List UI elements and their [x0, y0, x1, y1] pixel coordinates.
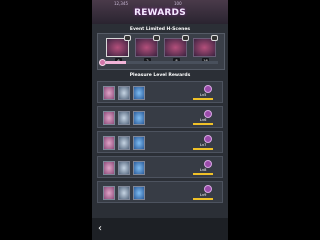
rewards-panel: 12,345 100 REWARDS Event Limited H-Scene…	[92, 0, 228, 240]
progress-bar	[106, 61, 218, 64]
scene-thumbnail[interactable]: 2	[135, 35, 160, 64]
gear-reward-icon	[118, 186, 130, 200]
level-label: Lv8	[200, 168, 207, 172]
level-badge	[204, 185, 212, 193]
reward-row[interactable]: Lv9	[97, 181, 223, 203]
lock-icon	[153, 35, 160, 41]
level-badge	[204, 160, 212, 168]
level-progress	[193, 173, 213, 175]
level-progress	[193, 98, 213, 100]
character-reward-icon	[103, 161, 115, 175]
level-badge	[204, 110, 212, 118]
level-label: Lv6	[200, 118, 207, 122]
level-label: Lv9	[200, 193, 207, 197]
character-reward-icon	[103, 111, 115, 125]
gem-reward-icon	[133, 161, 145, 175]
level-progress	[193, 123, 213, 125]
gem-reward-icon	[133, 111, 145, 125]
gem-reward-icon	[133, 86, 145, 100]
lock-icon	[211, 35, 218, 41]
bottom-nav: ‹	[92, 218, 228, 240]
page-title: REWARDS	[134, 8, 186, 18]
level-badge	[204, 85, 212, 93]
progress-fill	[106, 61, 127, 64]
pleasure-section-title: Pleasure Level Rewards	[129, 73, 191, 78]
reward-row[interactable]: Lv7	[97, 131, 223, 153]
energy-stat: 100	[174, 1, 182, 6]
character-reward-icon	[103, 136, 115, 150]
gem-reward-icon	[133, 136, 145, 150]
heart-icon	[99, 59, 106, 66]
gear-reward-icon	[118, 161, 130, 175]
gem-reward-icon	[133, 186, 145, 200]
gear-reward-icon	[118, 111, 130, 125]
reward-row[interactable]: Lv6	[97, 106, 223, 128]
level-badge	[204, 135, 212, 143]
character-reward-icon	[103, 186, 115, 200]
reward-row[interactable]: Lv5	[97, 81, 223, 103]
scene-thumbnail[interactable]: 8	[164, 35, 189, 64]
back-button[interactable]: ‹	[98, 224, 106, 234]
scene-thumbnail[interactable]: 16	[193, 35, 218, 64]
gear-reward-icon	[118, 136, 130, 150]
scene-thumbnail[interactable]: 6	[106, 35, 131, 64]
rewards-list: Lv5 Lv6 Lv7 Lv8 Lv9	[97, 81, 223, 216]
reward-row[interactable]: Lv8	[97, 156, 223, 178]
currency-stat: 12,345	[114, 1, 128, 6]
lock-icon	[124, 35, 131, 41]
event-scenes: 6 2 8 16	[97, 33, 225, 70]
lock-icon	[182, 35, 189, 41]
level-label: Lv7	[200, 143, 207, 147]
character-reward-icon	[103, 86, 115, 100]
level-progress	[193, 148, 213, 150]
gear-reward-icon	[118, 86, 130, 100]
level-progress	[193, 198, 213, 200]
event-section-title: Event Limited H-Scenes	[129, 27, 191, 32]
level-label: Lv5	[200, 93, 207, 97]
